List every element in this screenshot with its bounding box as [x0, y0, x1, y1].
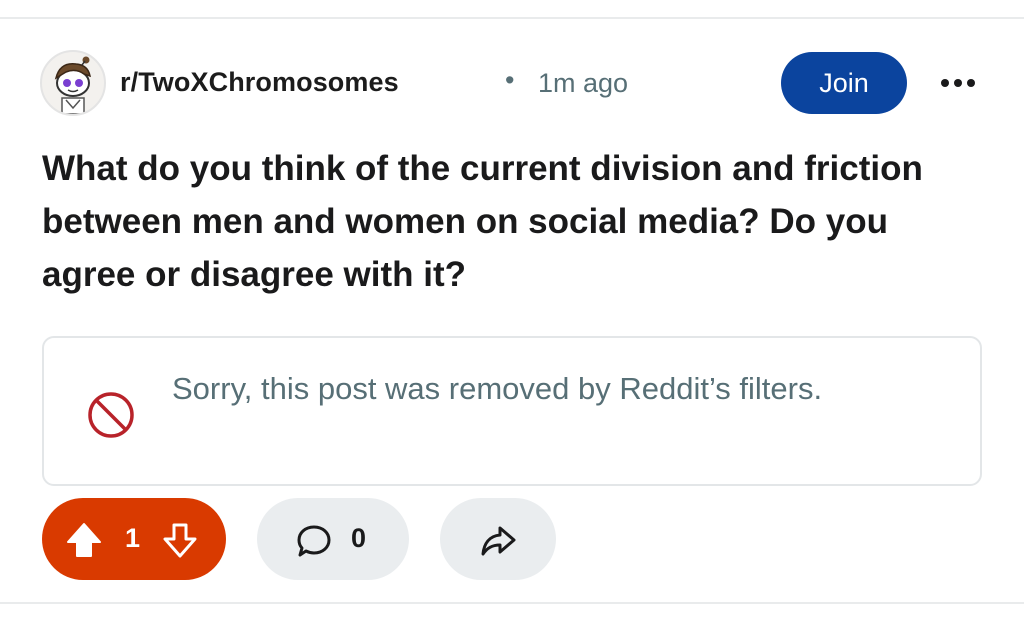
join-button[interactable]: Join — [781, 52, 907, 114]
comment-bubble-icon — [297, 525, 331, 557]
more-dot — [941, 79, 949, 87]
removed-notice-text: Sorry, this post was removed by Reddit’s… — [172, 371, 823, 406]
vote-control: 1 — [42, 498, 226, 580]
post-header: r/TwoXChromosomes • 1m ago Join — [40, 50, 984, 116]
share-button[interactable] — [440, 498, 556, 580]
community-name[interactable]: r/TwoXChromosomes — [120, 67, 399, 98]
comment-count: 0 — [351, 523, 367, 553]
more-options-icon[interactable] — [932, 70, 984, 96]
bottom-divider — [0, 602, 1024, 604]
upvote-arrow-icon[interactable] — [64, 520, 104, 560]
top-divider — [0, 17, 1024, 19]
meta-separator: • — [505, 65, 515, 95]
post-card: r/TwoXChromosomes • 1m ago Join What do … — [0, 0, 1024, 628]
post-time: 1m ago — [538, 68, 629, 98]
more-dot — [967, 79, 975, 87]
downvote-arrow-icon[interactable] — [160, 520, 200, 560]
comments-button[interactable]: 0 — [257, 498, 409, 580]
vote-count: 1 — [125, 523, 141, 553]
community-avatar[interactable] — [40, 50, 106, 116]
post-title[interactable]: What do you think of the current divisio… — [42, 142, 972, 301]
share-arrow-icon — [481, 526, 516, 556]
prohibited-icon — [88, 392, 134, 438]
removed-notice-box: Sorry, this post was removed by Reddit’s… — [42, 336, 982, 486]
more-dot — [954, 79, 962, 87]
